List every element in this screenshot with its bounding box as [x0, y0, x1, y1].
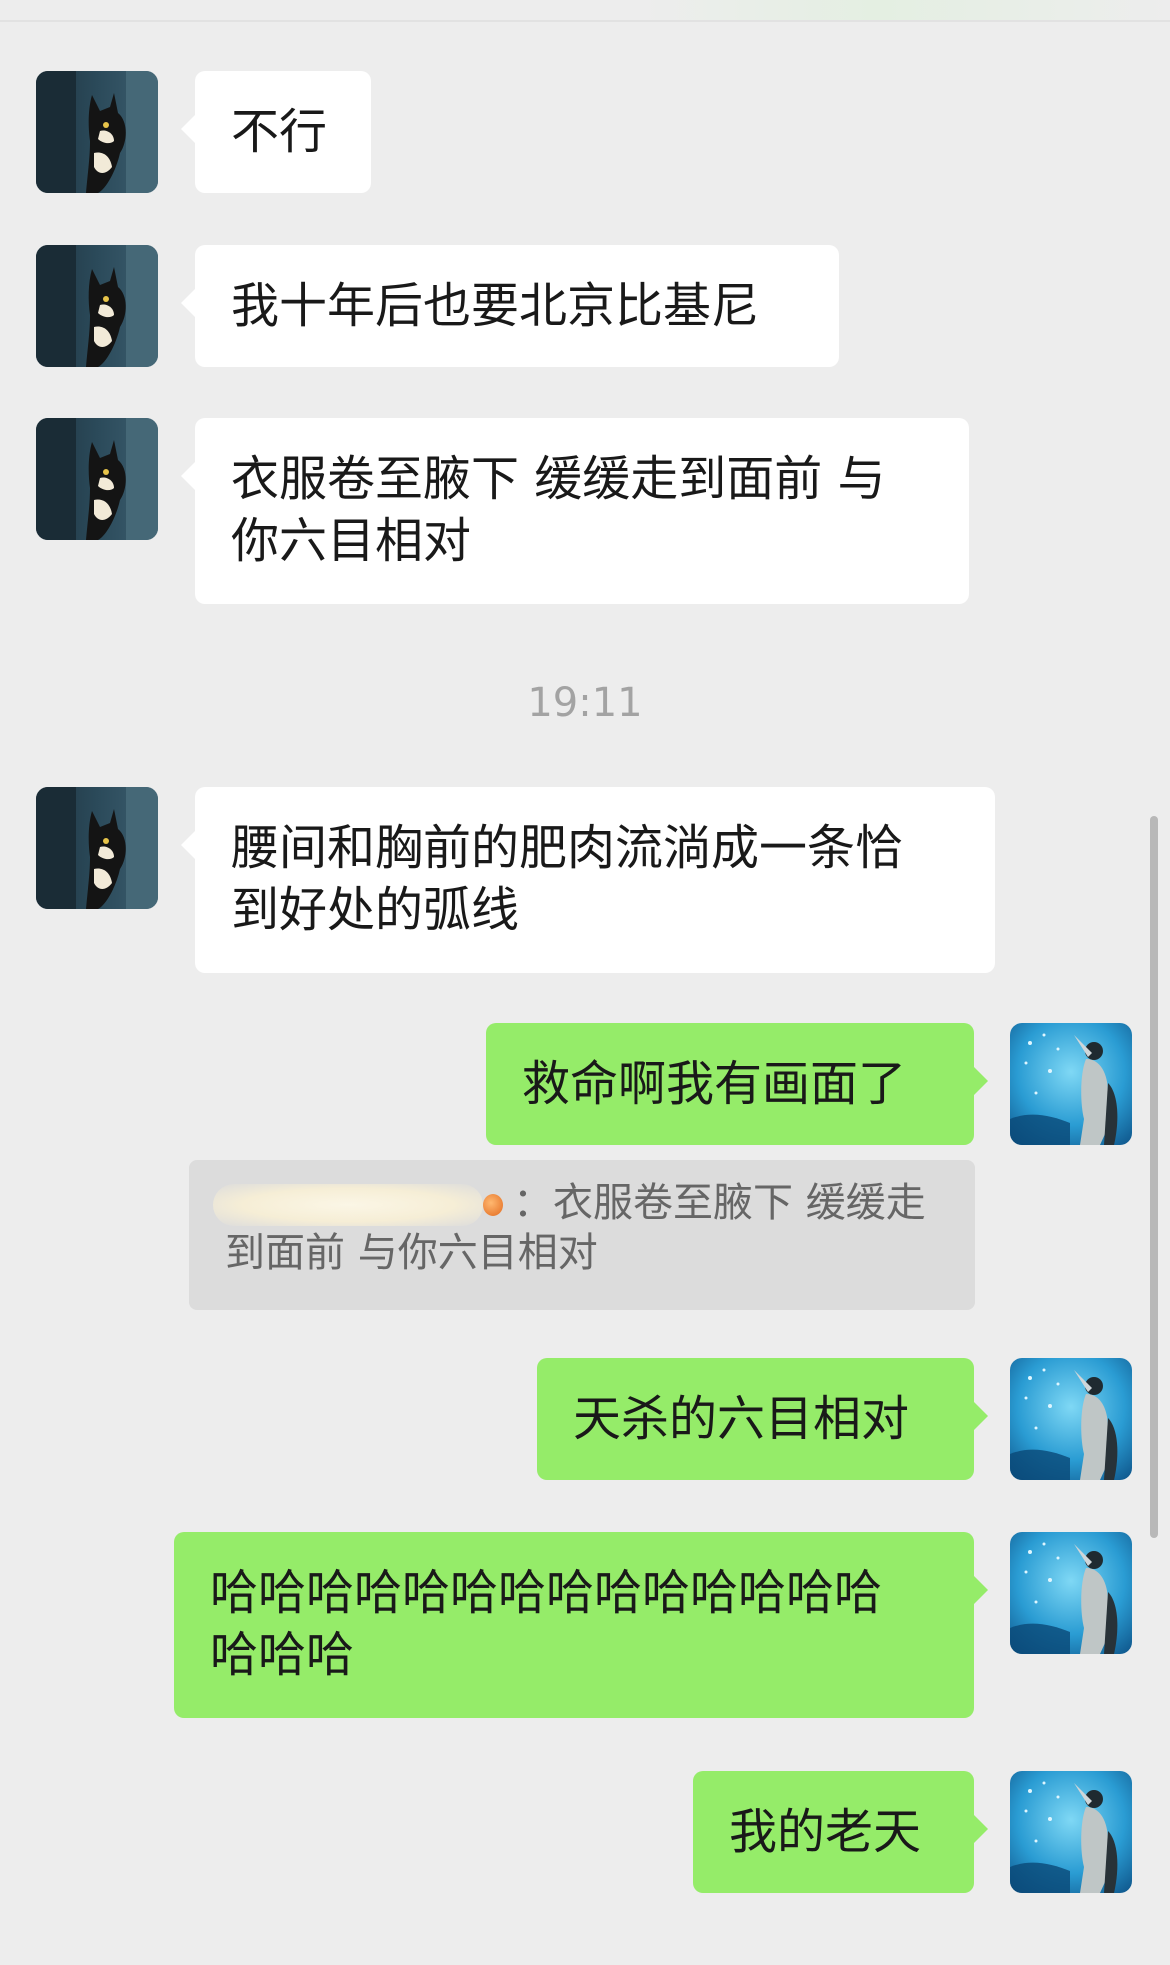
redacted-sender-name	[213, 1184, 483, 1226]
cat-peeking-avatar-icon	[36, 245, 158, 367]
outgoing-message-bubble[interactable]: 我的老天	[693, 1771, 988, 1893]
scrollbar[interactable]	[1150, 816, 1158, 1538]
cat-peeking-avatar-icon	[36, 418, 158, 540]
self-avatar[interactable]	[1010, 1358, 1132, 1480]
cat-peeking-avatar-icon	[36, 787, 158, 909]
incoming-message-bubble[interactable]: 腰间和胸前的肥肉流淌成一条恰 到好处的弧线	[181, 787, 995, 973]
incoming-message-bubble[interactable]: 我十年后也要北京比基尼	[181, 245, 839, 367]
outgoing-message-bubble[interactable]: 哈哈哈哈哈哈哈哈哈哈哈哈哈哈 哈哈哈	[174, 1532, 988, 1718]
quote-separator: ：	[513, 1180, 553, 1226]
cat-peeking-avatar-icon	[36, 71, 158, 193]
underwater-aquarium-avatar-icon	[1010, 1771, 1132, 1893]
outgoing-message-bubble[interactable]: 天杀的六目相对	[537, 1358, 988, 1480]
underwater-aquarium-avatar-icon	[1010, 1023, 1132, 1145]
underwater-aquarium-avatar-icon	[1010, 1358, 1132, 1480]
self-avatar[interactable]	[1010, 1023, 1132, 1145]
chat-timestamp: 19:11	[527, 680, 643, 726]
quoted-reply[interactable]: ：衣服卷至腋下 缓缓走 到面前 与你六目相对	[189, 1160, 975, 1310]
incoming-message-bubble[interactable]: 不行	[181, 71, 371, 193]
self-avatar[interactable]	[1010, 1532, 1132, 1654]
underwater-aquarium-avatar-icon	[1010, 1532, 1132, 1654]
orange-emoji-icon	[483, 1194, 503, 1216]
incoming-message-bubble[interactable]: 衣服卷至腋下 缓缓走到面前 与 你六目相对	[181, 418, 969, 604]
outgoing-message-bubble[interactable]: 救命啊我有画面了	[486, 1023, 988, 1145]
contact-avatar[interactable]	[36, 71, 158, 193]
self-avatar[interactable]	[1010, 1771, 1132, 1893]
contact-avatar[interactable]	[36, 418, 158, 540]
top-status-strip	[0, 0, 1170, 22]
contact-avatar[interactable]	[36, 787, 158, 909]
contact-avatar[interactable]	[36, 245, 158, 367]
